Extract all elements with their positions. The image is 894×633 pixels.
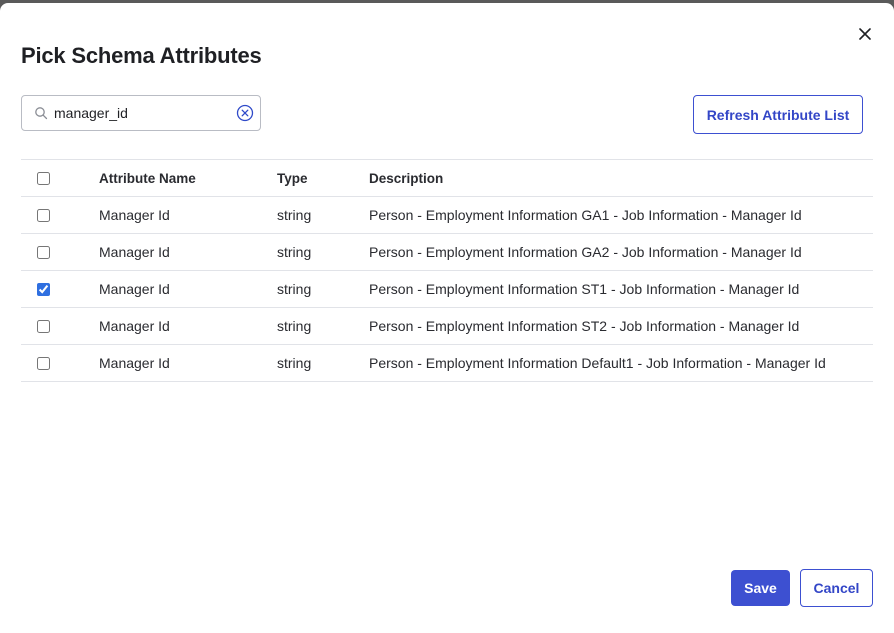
refresh-attribute-list-button[interactable]: Refresh Attribute List xyxy=(693,95,863,134)
attribute-name-cell: Manager Id xyxy=(99,233,277,271)
type-cell: string xyxy=(277,196,369,234)
select-all-cell xyxy=(21,159,99,197)
row-checkbox[interactable] xyxy=(37,245,50,259)
search-input[interactable] xyxy=(54,96,230,130)
row-checkbox[interactable] xyxy=(37,208,50,222)
table-header-row: Attribute Name Type Description xyxy=(21,159,873,197)
column-header-type[interactable]: Type xyxy=(277,159,369,197)
type-cell: string xyxy=(277,233,369,271)
attribute-name-cell: Manager Id xyxy=(99,196,277,234)
pick-schema-attributes-dialog: Pick Schema Attributes Refresh Attribute… xyxy=(0,3,894,633)
close-button[interactable] xyxy=(856,25,874,43)
column-header-attribute-name[interactable]: Attribute Name xyxy=(99,159,277,197)
search-box xyxy=(21,95,261,131)
type-cell: string xyxy=(277,270,369,308)
search-icon xyxy=(35,107,48,120)
table-row[interactable]: Manager Id string Person - Employment In… xyxy=(21,270,873,308)
table-row[interactable]: Manager Id string Person - Employment In… xyxy=(21,344,873,382)
description-cell: Person - Employment Information GA2 - Jo… xyxy=(369,233,873,271)
description-cell: Person - Employment Information ST2 - Jo… xyxy=(369,307,873,345)
type-cell: string xyxy=(277,344,369,382)
table-row[interactable]: Manager Id string Person - Employment In… xyxy=(21,307,873,345)
description-cell: Person - Employment Information Default1… xyxy=(369,344,873,382)
cancel-button[interactable]: Cancel xyxy=(800,569,873,607)
type-cell: string xyxy=(277,307,369,345)
row-checkbox[interactable] xyxy=(37,282,50,296)
row-checkbox[interactable] xyxy=(37,319,50,333)
save-button[interactable]: Save xyxy=(731,570,790,606)
attribute-name-cell: Manager Id xyxy=(99,307,277,345)
clear-circle-icon[interactable] xyxy=(236,104,254,122)
attribute-name-cell: Manager Id xyxy=(99,344,277,382)
attributes-table: Attribute Name Type Description Manager … xyxy=(21,159,873,382)
column-header-description[interactable]: Description xyxy=(369,159,873,197)
close-icon xyxy=(859,28,871,40)
table-row[interactable]: Manager Id string Person - Employment In… xyxy=(21,196,873,234)
row-checkbox[interactable] xyxy=(37,356,50,370)
table-row[interactable]: Manager Id string Person - Employment In… xyxy=(21,233,873,271)
select-all-checkbox[interactable] xyxy=(37,171,50,185)
dialog-title: Pick Schema Attributes xyxy=(21,43,262,68)
attribute-name-cell: Manager Id xyxy=(99,270,277,308)
description-cell: Person - Employment Information GA1 - Jo… xyxy=(369,196,873,234)
description-cell: Person - Employment Information ST1 - Jo… xyxy=(369,270,873,308)
